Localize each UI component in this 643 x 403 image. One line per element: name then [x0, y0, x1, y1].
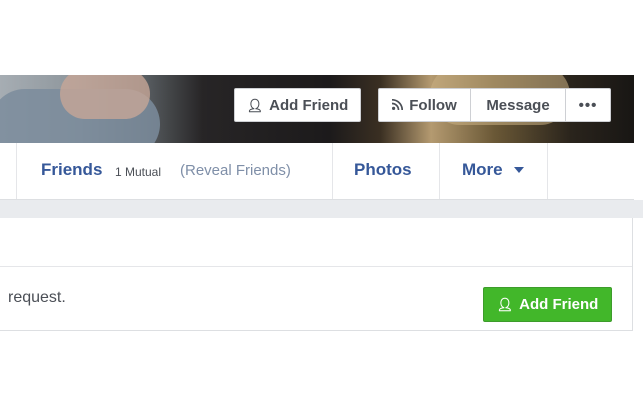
nav-divider — [439, 143, 440, 199]
add-friend-label: Add Friend — [269, 96, 349, 114]
nav-divider — [16, 143, 17, 199]
nav-divider — [547, 143, 548, 199]
add-friend-primary-button[interactable]: 👤︎ Add Friend — [483, 287, 612, 322]
follow-button[interactable]: Follow — [378, 88, 471, 122]
mutual-count: 1 Mutual — [115, 165, 162, 179]
reveal-friends-link[interactable]: (Reveal Friends) — [180, 162, 291, 179]
profile-actions-group: Follow Message ••• — [378, 88, 611, 122]
rss-icon — [392, 98, 404, 112]
tab-more[interactable]: More — [462, 160, 503, 180]
chevron-down-icon[interactable] — [514, 167, 524, 173]
cover-photo-detail — [60, 75, 150, 119]
tab-friends[interactable]: Friends — [41, 160, 102, 180]
message-label: Message — [486, 96, 550, 114]
add-person-icon: 👤︎ — [246, 97, 264, 113]
nav-divider — [332, 143, 333, 199]
follow-label: Follow — [409, 96, 457, 114]
request-text: request. — [8, 289, 66, 306]
add-friend-button[interactable]: 👤︎ Add Friend — [234, 88, 361, 122]
add-friend-primary-label: Add Friend — [519, 296, 599, 313]
add-person-icon: 👤︎ — [496, 297, 514, 312]
more-options-label: ••• — [578, 96, 598, 114]
tab-photos[interactable]: Photos — [354, 160, 412, 180]
card-divider — [0, 266, 632, 267]
message-button[interactable]: Message — [471, 88, 566, 122]
more-options-button[interactable]: ••• — [566, 88, 611, 122]
page-background — [0, 200, 643, 218]
